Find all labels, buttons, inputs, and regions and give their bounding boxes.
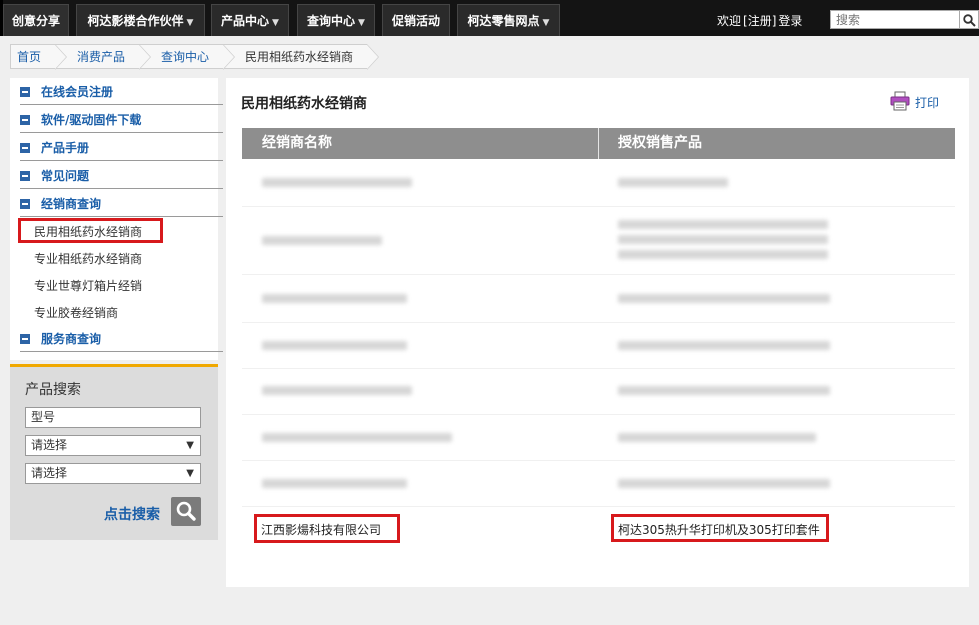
dealer-product-cell: 柯达305热升华打印机及305打印套件 [618,523,820,537]
nav-item-query-center[interactable]: 查询中心 ▼ [297,4,375,36]
collapse-icon [20,115,30,125]
table-header: 经销商名称 授权销售产品 [242,128,955,159]
column-header-products: 授权销售产品 [618,135,702,151]
nav-item-creative-share[interactable]: 创意分享 [3,4,69,36]
welcome-text: 欢迎 [717,14,742,28]
redacted-dealer [262,236,382,245]
printer-icon [890,91,910,111]
table-row-separator [242,322,955,323]
product-search-panel: 产品搜索 型号 请选择 ▼ 请选择 ▼ 点击搜索 [10,364,218,540]
chevron-down-icon: ▼ [542,18,550,28]
table-row-separator [242,368,955,369]
magnifier-icon [176,501,196,521]
collapse-icon [20,143,30,153]
nav-item-promotions[interactable]: 促销活动 [382,4,450,36]
breadcrumb-home[interactable]: 首页 [10,44,68,70]
collapse-icon [20,334,30,344]
chevron-down-icon: ▼ [358,18,365,28]
sidebar-sub-film-dealers[interactable]: 专业胶卷经销商 [34,304,118,321]
redacted-product [618,479,830,488]
sidebar-item-member-register[interactable]: 在线会员注册 [20,78,223,105]
redacted-product [618,294,830,303]
nav-item-studio-partners[interactable]: 柯达影楼合作伙伴 ▼ [76,4,205,36]
table-row-separator [242,506,955,507]
redacted-product [618,433,816,442]
column-header-dealer: 经销商名称 [262,135,332,151]
sidebar-item-dealer-query[interactable]: 经销商查询 [20,190,223,217]
breadcrumb-current: 民用相纸药水经销商 [223,44,380,70]
site-search-input[interactable] [830,10,960,29]
site-search-button[interactable] [960,10,979,29]
sidebar-sub-lightbox-dealers[interactable]: 专业世尊灯箱片经销 [34,277,142,294]
search-submit-link[interactable]: 点击搜索 [104,504,160,524]
breadcrumb-query-center[interactable]: 查询中心 [139,44,236,70]
collapse-icon [20,171,30,181]
breadcrumb: 首页 消费产品 查询中心 民用相纸药水经销商 [10,44,380,70]
sidebar-item-product-manual[interactable]: 产品手册 [20,134,223,161]
page-title: 民用相纸药水经销商 [241,96,367,112]
redacted-product [618,250,828,259]
sidebar-sub-pro-paper-dealers[interactable]: 专业相纸药水经销商 [34,250,142,267]
search-submit-button[interactable] [171,497,201,526]
category-select-1[interactable]: 请选择 ▼ [25,435,201,456]
chevron-down-icon: ▼ [186,18,194,28]
nav-item-product-center[interactable]: 产品中心 ▼ [211,4,289,36]
dropdown-arrow-icon: ▼ [186,468,194,479]
dealer-name-cell: 江西影煬科技有限公司 [261,523,382,537]
dropdown-arrow-icon: ▼ [186,440,194,451]
model-input[interactable]: 型号 [25,407,201,428]
redacted-product [618,341,830,350]
redacted-product [618,178,728,187]
sidebar-item-service-query[interactable]: 服务商查询 [20,325,223,352]
table-row-separator [242,414,955,415]
search-icon [963,14,976,27]
collapse-icon [20,199,30,209]
breadcrumb-consumer-products[interactable]: 消费产品 [55,44,152,70]
redacted-product [618,386,830,395]
redacted-dealer [262,341,407,350]
sidebar-sub-consumer-dealers[interactable]: 民用相纸药水经销商 [34,223,142,240]
redacted-dealer [262,479,407,488]
redacted-product [618,220,828,229]
column-divider [598,128,599,159]
category-select-2[interactable]: 请选择 ▼ [25,463,201,484]
user-links: 欢迎 [注册] 登录 [717,12,802,29]
dealer-list-panel: 民用相纸药水经销商 打印 经销商名称 授权销售产品 江西影煬科技有限公司 柯达3… [226,78,969,587]
nav-item-retail-outlets[interactable]: 柯达零售网点 ▼ [457,4,560,36]
product-search-title: 产品搜索 [25,382,81,398]
sidebar-menu: 在线会员注册 软件/驱动固件下载 产品手册 常见问题 经销商查询 民用相纸药水经… [10,78,223,360]
top-navigation-bar: 创意分享 柯达影楼合作伙伴 ▼ 产品中心 ▼ 查询中心 ▼ 促销活动 柯达零售网点 ▼ … [0,0,979,36]
redacted-dealer [262,386,412,395]
print-button[interactable]: 打印 [890,91,939,114]
table-row-separator [242,206,955,207]
sidebar-item-faq[interactable]: 常见问题 [20,162,223,189]
redacted-dealer [262,294,407,303]
redacted-dealer [262,433,452,442]
login-link[interactable]: 登录 [778,14,802,28]
redacted-product [618,235,828,244]
redacted-dealer [262,178,412,187]
collapse-icon [20,87,30,97]
chevron-down-icon: ▼ [272,18,279,28]
register-link[interactable]: [注册] [743,14,776,28]
table-row-separator [242,274,955,275]
sidebar-item-software-download[interactable]: 软件/驱动固件下载 [20,106,223,133]
table-row-separator [242,460,955,461]
